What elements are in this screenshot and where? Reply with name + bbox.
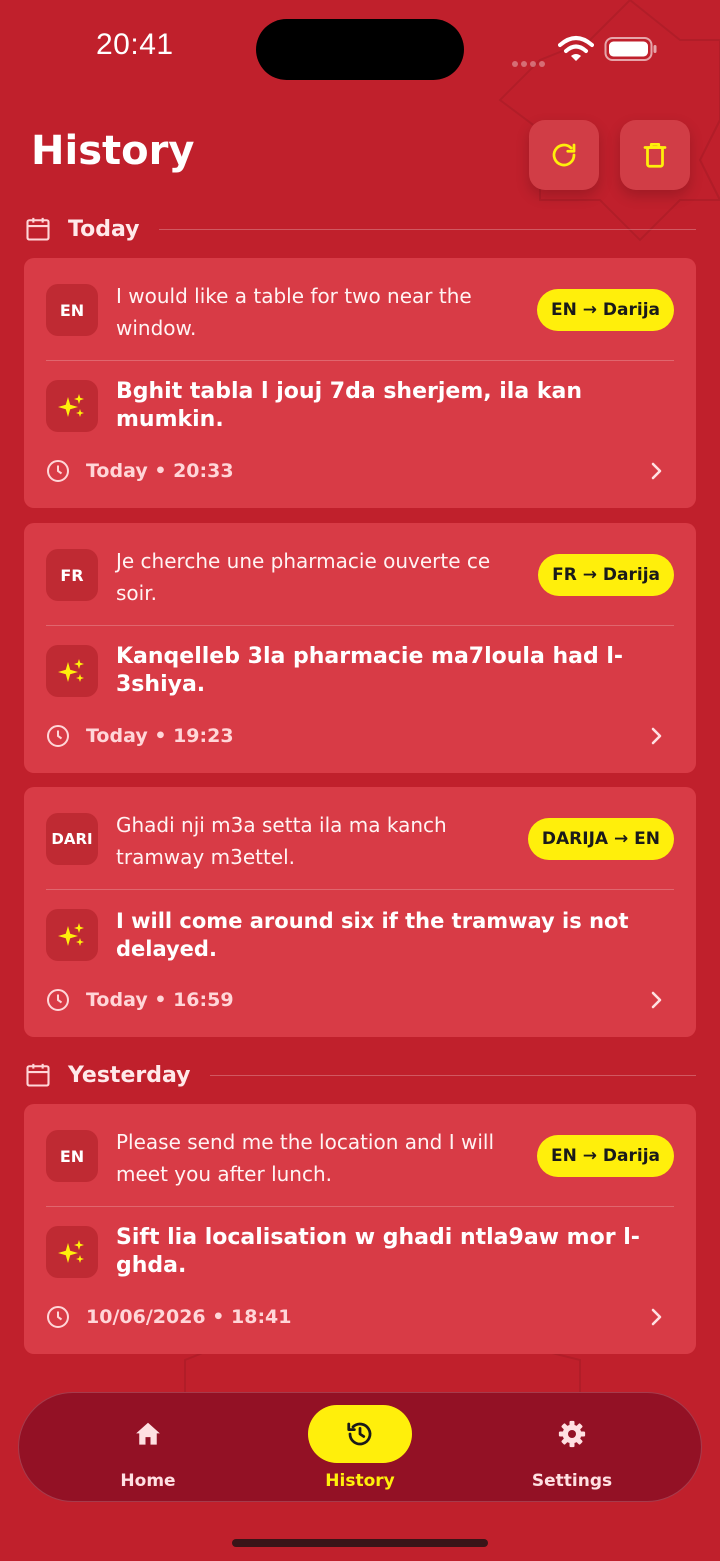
- history-icon: [347, 1422, 372, 1446]
- timestamp-row: Today • 16:59: [46, 985, 234, 1015]
- chevron-right-icon: [651, 462, 662, 480]
- card-divider: [46, 360, 674, 361]
- translation-text: Bghit tabla l jouj 7da sherjem, ila kan …: [116, 379, 582, 432]
- sparkle-icon-box: [46, 645, 98, 697]
- home-icon: [136, 1422, 160, 1445]
- section-label: Yesterday: [68, 1062, 191, 1088]
- source-language-tag: DARI: [46, 813, 98, 865]
- page-title: History: [31, 128, 195, 174]
- timestamp: 10/06/2026 • 18:41: [86, 1306, 292, 1328]
- card-divider: [46, 1206, 674, 1207]
- section-divider: [159, 228, 696, 230]
- card-divider: [46, 625, 674, 626]
- wifi-icon: [558, 36, 594, 61]
- section-divider: [210, 1074, 696, 1076]
- source-language-tag: EN: [46, 284, 98, 336]
- source-language-tag: FR: [46, 549, 98, 601]
- gear-icon: [558, 1420, 586, 1448]
- direction-badge: DARIJA → EN: [527, 818, 674, 860]
- sparkle-icon-box: [46, 909, 98, 961]
- nav-item-home[interactable]: Home: [68, 1393, 228, 1503]
- nav-icon-container: [308, 1405, 412, 1463]
- chevron-right-icon: [651, 991, 662, 1009]
- source-text: Ghadi nji m3a setta ila ma kanch tramway…: [116, 813, 447, 869]
- translation-text: Kanqelleb 3la pharmacie ma7loula had l-3…: [116, 644, 624, 697]
- signal-icon: [512, 52, 548, 67]
- battery-icon: [604, 37, 657, 61]
- source-text: Je cherche une pharmacie ouverte ce soir…: [116, 549, 491, 605]
- calendar-icon: [26, 1063, 50, 1087]
- card-divider: [46, 889, 674, 890]
- section-label: Today: [68, 216, 140, 242]
- dynamic-island: [256, 19, 464, 80]
- sparkle-icon: [58, 923, 84, 946]
- status-time: 20:41: [96, 28, 174, 61]
- source-text: Please send me the location and I will m…: [116, 1130, 495, 1186]
- nav-label: Home: [120, 1471, 176, 1491]
- clock-icon: [47, 989, 69, 1011]
- bottom-nav-bar: Home History Settings: [18, 1392, 702, 1502]
- history-card[interactable]: EN Please send me the location and I wil…: [24, 1104, 696, 1354]
- clock-icon: [47, 725, 69, 747]
- direction-badge: EN → Darija: [536, 289, 674, 331]
- chevron-right-icon: [651, 1308, 662, 1326]
- clear-history-button[interactable]: [620, 120, 690, 190]
- trash-icon: [643, 143, 667, 168]
- sparkle-icon-box: [46, 1226, 98, 1278]
- timestamp: Today • 20:33: [86, 460, 234, 482]
- timestamp-row: Today • 19:23: [46, 721, 234, 751]
- translation-text: I will come around six if the tramway is…: [116, 909, 629, 961]
- section-header-today: Today: [24, 213, 696, 245]
- timestamp: Today • 19:23: [86, 725, 234, 747]
- direction-badge: EN → Darija: [536, 1135, 674, 1177]
- nav-label: History: [325, 1471, 395, 1491]
- nav-icon-container: [520, 1405, 624, 1463]
- calendar-icon: [26, 217, 50, 241]
- timestamp-row: 10/06/2026 • 18:41: [46, 1302, 292, 1332]
- nav-icon-container: [96, 1405, 200, 1463]
- source-text: I would like a table for two near the wi…: [116, 284, 472, 340]
- source-language-tag: EN: [46, 1130, 98, 1182]
- history-card[interactable]: FR Je cherche une pharmacie ouverte ce s…: [24, 523, 696, 773]
- home-indicator: [232, 1539, 488, 1547]
- sparkle-icon: [58, 659, 84, 682]
- clock-icon: [47, 460, 69, 482]
- refresh-button[interactable]: [529, 120, 599, 190]
- sparkle-icon: [58, 1240, 84, 1263]
- timestamp: Today • 16:59: [86, 989, 234, 1011]
- section-header-yesterday: Yesterday: [24, 1059, 696, 1091]
- direction-badge: FR → Darija: [538, 554, 674, 596]
- history-card[interactable]: DARI Ghadi nji m3a setta ila ma kanch tr…: [24, 787, 696, 1037]
- chevron-right-icon: [651, 727, 662, 745]
- translation-text: Sift lia localisation w ghadi ntla9aw mo…: [116, 1225, 640, 1278]
- nav-item-settings[interactable]: Settings: [492, 1393, 652, 1503]
- nav-label: Settings: [531, 1471, 613, 1491]
- sparkle-icon-box: [46, 380, 98, 432]
- clock-icon: [47, 1306, 69, 1328]
- nav-item-history[interactable]: History: [280, 1393, 440, 1503]
- history-card[interactable]: EN I would like a table for two near the…: [24, 258, 696, 508]
- sparkle-icon: [58, 394, 84, 417]
- refresh-icon: [552, 143, 576, 167]
- timestamp-row: Today • 20:33: [46, 456, 234, 486]
